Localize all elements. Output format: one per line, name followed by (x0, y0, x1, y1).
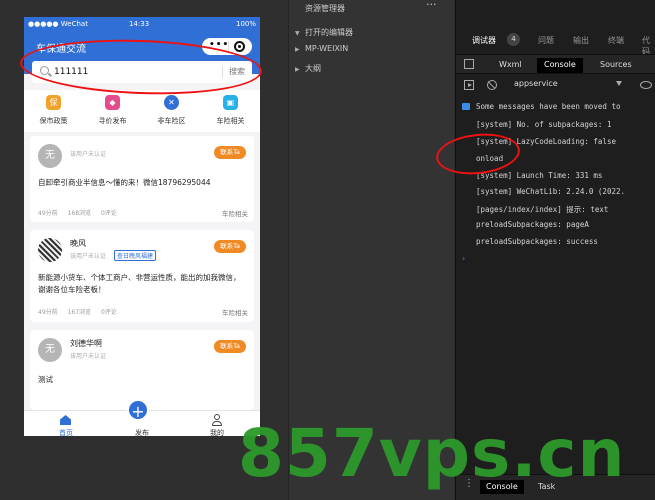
verify-tag: 查日晚风福建 (114, 250, 157, 261)
post-comments: 0评论 (100, 309, 117, 316)
post-time: 49分前 (38, 210, 58, 217)
tab-console[interactable]: Console (537, 58, 583, 73)
post-meta: 49分前 167浏览 0评论 (38, 307, 125, 316)
chevron-right-icon: ▶ (295, 46, 300, 53)
tab-terminal[interactable]: 终端 (608, 35, 624, 46)
inspect-icon[interactable] (464, 59, 474, 69)
status-time: 14:33 (129, 20, 150, 28)
issue-count-badge: 4 (507, 33, 520, 46)
quick-nav-label: 保市政策 (39, 117, 68, 125)
post-content: 测试 (38, 375, 53, 384)
sidebar-toggle-icon[interactable] (464, 80, 474, 90)
console-prompt[interactable]: › (462, 254, 465, 263)
auth-status: 该用户未认证 (70, 253, 107, 260)
post-card[interactable]: 晚风 该用户未认证 查日晚风福建 联系Ta 新能源小货车、个体工商户、非营运性质… (30, 230, 254, 322)
message-icon (462, 103, 470, 110)
console-line: [system] WeChatLib: 2.24.0 (2022. (476, 187, 626, 196)
eye-icon[interactable] (640, 81, 652, 89)
battery: 100% (235, 20, 256, 28)
tab-home[interactable]: 首页 (36, 411, 96, 436)
tab-wxml[interactable]: Wxml (492, 58, 529, 73)
post-content: 自卸牵引商业半信息～懂的来！微信18796295044 (38, 178, 211, 187)
quick-nav: 保 保市政策 ◆ 寻价发布 ✕ 非车险区 ▣ 车险相关 (24, 90, 260, 132)
cross-icon: ✕ (164, 95, 179, 110)
auth-status: 该用户未认证 (70, 151, 107, 158)
tab-sources[interactable]: Sources (593, 58, 639, 73)
tab-output[interactable]: 输出 (573, 35, 589, 46)
home-icon (60, 415, 71, 425)
context-select[interactable]: appservice (514, 79, 558, 88)
explorer-project[interactable]: ▶ MP-WEIXIN (295, 44, 348, 53)
console-toolbar: appservice (456, 76, 655, 96)
devtools-tabs: 调试器 4 问题 输出 终端 代码 (456, 32, 655, 56)
quick-nav-label: 寻价发布 (98, 117, 127, 125)
user-icon (212, 414, 222, 426)
plus-icon[interactable]: + (127, 399, 149, 421)
policy-icon: 保 (46, 95, 61, 110)
console-line: preloadSubpackages: success (476, 237, 598, 246)
tab-publish[interactable]: + 发布 (112, 399, 172, 436)
tab-label: 发布 (135, 429, 149, 436)
console-line: [system] Launch Time: 331 ms (476, 171, 603, 180)
explorer-title: 资源管理器 (305, 4, 345, 13)
screen: ●●●●● WeChat 14:33 100% 车保通交流 ••• 搜索 保 保… (0, 0, 655, 500)
quick-nav-label: 非车险区 (157, 117, 186, 125)
quick-nav-noncar[interactable]: ✕ 非车险区 (142, 90, 201, 132)
watermark: 857vps.cn (238, 415, 626, 492)
console-line: Some messages have been moved to (476, 102, 621, 111)
status-bar: ●●●●● WeChat 14:33 100% (24, 17, 260, 32)
contact-button[interactable]: 联系Ta (214, 146, 246, 159)
auth-status: 该用户未认证 (70, 353, 107, 360)
tab-problems[interactable]: 问题 (538, 35, 554, 46)
devtools-subtabs: Wxml Console Sources (456, 54, 655, 74)
post-card[interactable]: 无 该用户未认证 联系Ta 自卸牵引商业半信息～懂的来！微信1879629504… (30, 136, 254, 222)
price-tag-icon: ◆ (105, 95, 120, 110)
explorer-more-icon[interactable]: ··· (426, 0, 437, 11)
tab-debugger[interactable]: 调试器 (472, 35, 496, 46)
avatar (38, 238, 62, 262)
console-line: preloadSubpackages: pageA (476, 220, 589, 229)
post-card[interactable]: 无 刘德华啊 该用户未认证 联系Ta 测试 (30, 330, 254, 410)
avatar: 无 (38, 338, 62, 362)
post-views: 167浏览 (67, 309, 92, 316)
quick-nav-policy[interactable]: 保 保市政策 (24, 90, 83, 132)
post-category: 车险相关 (222, 210, 248, 218)
close-miniprogram-icon[interactable] (234, 41, 245, 52)
post-views: 168浏览 (67, 210, 92, 217)
post-time: 49分前 (38, 309, 58, 316)
user-name: 刘德华啊 (70, 339, 102, 348)
quick-nav-price[interactable]: ◆ 寻价发布 (83, 90, 142, 132)
post-category: 车险相关 (222, 309, 248, 317)
explorer-outline[interactable]: ▶ 大纲 (295, 63, 321, 74)
carrier: ●●●●● WeChat (28, 20, 88, 28)
post-meta: 49分前 168浏览 0评论 (38, 208, 125, 217)
user-name: 晚风 (70, 239, 86, 248)
caret-down-icon[interactable] (616, 81, 622, 86)
avatar: 无 (38, 144, 62, 168)
clear-console-icon[interactable] (487, 80, 497, 90)
post-comments: 0评论 (100, 210, 117, 217)
tab-bar: 首页 + 发布 我的 (24, 399, 260, 436)
contact-button[interactable]: 联系Ta (214, 240, 246, 253)
tab-label: 首页 (59, 429, 73, 436)
explorer-open-editors[interactable]: ▼ 打开的编辑器 (295, 27, 353, 38)
console-line: [system] No. of subpackages: 1 (476, 120, 612, 129)
chevron-right-icon: ▶ (295, 66, 300, 73)
quick-nav-label: 车险相关 (216, 117, 245, 125)
quick-nav-car[interactable]: ▣ 车险相关 (201, 90, 260, 132)
console-line: [pages/index/index] 提示: text (476, 205, 609, 214)
chevron-down-icon: ▼ (295, 30, 300, 37)
car-icon: ▣ (223, 95, 238, 110)
post-content: 新能源小货车、个体工商户、非营运性质，能出的加我微信，谢谢各位车险老板！ (38, 273, 241, 294)
contact-button[interactable]: 联系Ta (214, 340, 246, 353)
